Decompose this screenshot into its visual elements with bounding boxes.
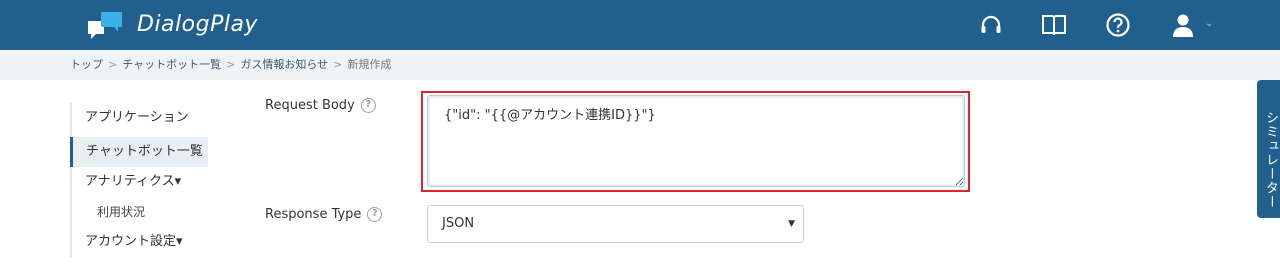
response-type-select[interactable]: JSON ▼ (427, 205, 804, 243)
breadcrumb-separator: > (226, 58, 236, 71)
help-circle-icon[interactable]: ? (360, 98, 376, 113)
dropdown-arrow-icon: ▼ (788, 219, 795, 229)
request-body-label: Request Body? (265, 98, 376, 113)
headset-icon[interactable] (978, 12, 1004, 38)
sidebar-item-analytics[interactable]: アナリティクス▾ (70, 167, 230, 197)
breadcrumb-gas-info[interactable]: ガス情報お知らせ (240, 58, 328, 71)
response-type-label: Response Type? (265, 207, 383, 222)
breadcrumb-current: 新規作成 (347, 58, 392, 71)
sidebar: アプリケーション チャットボット一覧 アナリティクス▾ 利用状況 アカウント設定… (70, 103, 230, 257)
breadcrumb-separator: > (333, 58, 343, 71)
simulator-tab[interactable]: シミュレーター (1257, 80, 1280, 218)
user-icon[interactable] (1170, 12, 1196, 38)
sidebar-item-account-settings[interactable]: アカウント設定▾ (70, 227, 230, 257)
breadcrumb: トップ > チャットボット一覧 > ガス情報お知らせ > 新規作成 (0, 50, 1280, 80)
help-icon[interactable] (1105, 12, 1131, 38)
sidebar-item-usage[interactable]: 利用状況 (70, 197, 230, 227)
help-circle-icon[interactable]: ? (367, 207, 383, 222)
brand-name[interactable]: DialogPlay (137, 12, 258, 37)
sidebar-item-chatbot-list[interactable]: チャットボット一覧 (70, 137, 208, 167)
sidebar-item-applications[interactable]: アプリケーション (70, 103, 230, 133)
logo-icon (88, 12, 122, 39)
response-type-value: JSON (442, 216, 475, 231)
user-menu-caret-icon[interactable]: ⌄ (1205, 18, 1213, 29)
book-icon[interactable] (1041, 12, 1067, 38)
top-navigation-bar: DialogPlay ⌄ (0, 0, 1280, 50)
request-body-textarea[interactable] (427, 95, 965, 187)
breadcrumb-chatbot-list[interactable]: チャットボット一覧 (122, 58, 221, 71)
breadcrumb-separator: > (108, 58, 118, 71)
breadcrumb-top[interactable]: トップ (70, 58, 103, 71)
